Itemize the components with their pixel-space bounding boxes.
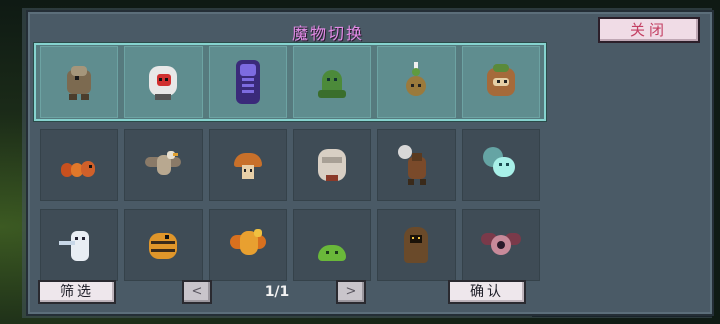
prev-page-button[interactable]: < bbox=[182, 280, 212, 304]
raccoon-icon bbox=[479, 60, 523, 104]
next-page-button[interactable]: > bbox=[336, 280, 366, 304]
monster-slot[interactable] bbox=[40, 46, 119, 118]
hooded-monk-icon bbox=[394, 223, 438, 267]
axe-minotaur-icon bbox=[394, 143, 438, 187]
monster-slot[interactable] bbox=[208, 46, 287, 118]
monster-slot[interactable] bbox=[377, 46, 456, 118]
monster-row-3[interactable] bbox=[40, 209, 540, 281]
onion-sprout-icon bbox=[394, 60, 438, 104]
monster-slot[interactable] bbox=[124, 46, 203, 118]
monster-slot[interactable] bbox=[461, 209, 540, 281]
monster-slot[interactable] bbox=[377, 129, 456, 201]
caterpillar-icon bbox=[57, 143, 101, 187]
phoenix-icon bbox=[226, 223, 270, 267]
filter-button[interactable]: 筛选 bbox=[38, 280, 116, 304]
monster-slot[interactable] bbox=[124, 209, 203, 281]
shadow-skeleton-icon bbox=[226, 60, 270, 104]
monster-slot[interactable] bbox=[40, 209, 119, 281]
eagle-icon bbox=[141, 143, 185, 187]
monster-slot[interactable] bbox=[292, 46, 372, 118]
monster-slot[interactable] bbox=[461, 46, 540, 118]
monster-row-1[interactable] bbox=[34, 43, 546, 121]
game-screen: 魔物切换 关闭 筛选 < 1/1 > 确认 bbox=[0, 0, 720, 324]
page-indicator: 1/1 bbox=[264, 284, 290, 300]
confirm-button[interactable]: 确认 bbox=[448, 280, 526, 304]
monster-grid bbox=[34, 43, 546, 289]
monster-slot[interactable] bbox=[377, 209, 456, 281]
mushroom-icon bbox=[226, 143, 270, 187]
dialog-title: 魔物切换 bbox=[291, 24, 364, 43]
tiger-cub-icon bbox=[141, 223, 185, 267]
monster-slot[interactable] bbox=[292, 209, 372, 281]
bat-eye-icon bbox=[479, 223, 523, 267]
white-cat-knight-icon bbox=[57, 223, 101, 267]
monster-slot[interactable] bbox=[40, 129, 119, 201]
monster-slot[interactable] bbox=[208, 209, 287, 281]
green-ghost-icon bbox=[310, 60, 354, 104]
green-slime-icon bbox=[310, 223, 354, 267]
close-button[interactable]: 关闭 bbox=[598, 17, 700, 43]
wisp-icon bbox=[479, 143, 523, 187]
monster-row-2[interactable] bbox=[40, 129, 540, 201]
monster-slot[interactable] bbox=[461, 129, 540, 201]
rock-beast-icon bbox=[57, 60, 101, 104]
red-face-spirit-icon bbox=[141, 60, 185, 104]
rock-golem-icon bbox=[310, 143, 354, 187]
monster-switch-dialog: 魔物切换 关闭 筛选 < 1/1 > 确认 bbox=[26, 10, 714, 316]
monster-slot[interactable] bbox=[208, 129, 287, 201]
monster-slot[interactable] bbox=[292, 129, 372, 201]
monster-slot[interactable] bbox=[124, 129, 203, 201]
